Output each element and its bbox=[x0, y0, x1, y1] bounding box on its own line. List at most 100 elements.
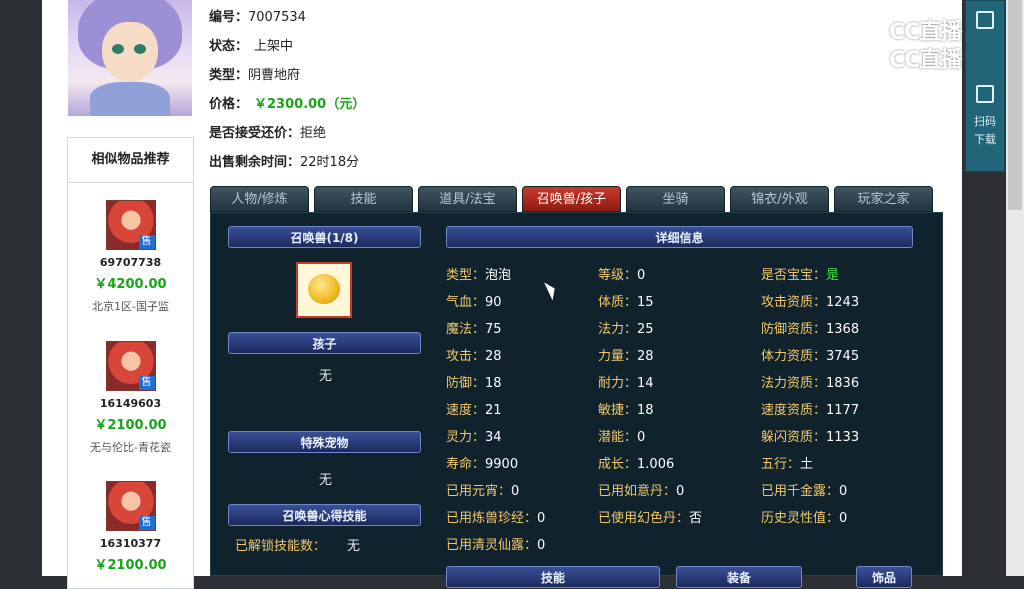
id-value: 7007534 bbox=[248, 10, 306, 25]
stat-value: 18 bbox=[637, 403, 654, 418]
pet-header: 召唤兽(1/8) bbox=[228, 226, 421, 248]
stat-label: 体力资质： bbox=[761, 349, 827, 364]
sale-tag: 售 bbox=[138, 235, 155, 249]
pet-icon[interactable] bbox=[296, 262, 352, 318]
stat-value: 9900 bbox=[485, 457, 519, 472]
price-row: 价格： ￥2300.00（元） bbox=[209, 95, 609, 124]
tab-character[interactable]: 人物/修炼 bbox=[210, 186, 309, 212]
similar-item-id: 16149603 bbox=[99, 397, 162, 410]
pet-thumbnail[interactable]: 售 bbox=[105, 481, 156, 531]
tab-items[interactable]: 道具/法宝 bbox=[418, 186, 517, 212]
scan-icon bbox=[976, 85, 994, 103]
stat-value: 泡泡 bbox=[485, 268, 512, 283]
stat-value: 75 bbox=[485, 322, 502, 337]
stat-label: 历史灵性值： bbox=[761, 511, 840, 526]
stream-logo-text: CC直播 bbox=[889, 48, 962, 73]
stat-item: 法力：25 bbox=[598, 318, 654, 337]
similar-items-box: 相似物品推荐 售 69707738 ￥4200.00 北京1区-国子监 售 16… bbox=[67, 137, 194, 589]
stat-value: 28 bbox=[637, 349, 654, 364]
stat-item: 成长：1.006 bbox=[598, 453, 674, 472]
stat-label: 成长： bbox=[598, 457, 638, 472]
stat-label: 寿命： bbox=[446, 457, 486, 472]
download-label: 下载 bbox=[974, 133, 996, 146]
stat-label: 体质： bbox=[598, 295, 638, 310]
stat-label: 五行： bbox=[761, 457, 801, 472]
stat-label: 已用清灵仙露： bbox=[446, 538, 538, 553]
stat-item: 速度资质：1177 bbox=[761, 399, 859, 418]
stat-item: 寿命：9900 bbox=[446, 453, 518, 472]
stat-value: 18 bbox=[485, 376, 502, 391]
pet-detail-panel: 召唤兽(1/8) 孩子 无 特殊宠物 无 召唤兽心得技能 已解锁技能数： 无 详… bbox=[210, 212, 943, 588]
detail-header: 详细信息 bbox=[446, 226, 913, 248]
id-label: 编号： bbox=[209, 10, 249, 25]
sale-tag: 售 bbox=[138, 376, 155, 390]
type-label: 类型： bbox=[209, 68, 249, 83]
stat-value: 25 bbox=[637, 322, 654, 337]
similar-item[interactable]: 售 16149603 ￥2100.00 无与伦比-青花瓷 bbox=[68, 341, 193, 455]
stat-label: 已用千金露： bbox=[761, 484, 840, 499]
edit-icon[interactable] bbox=[966, 11, 1004, 29]
heart-skill-value: 无 bbox=[347, 539, 361, 554]
stat-item: 已用如意丹：0 bbox=[598, 480, 684, 499]
stat-value: 0 bbox=[637, 268, 646, 283]
stat-label: 速度： bbox=[446, 403, 486, 418]
stat-label: 灵力： bbox=[446, 430, 486, 445]
stream-logo-shadow: CC直播 bbox=[860, 42, 962, 74]
tab-pets[interactable]: 召唤兽/孩子 bbox=[522, 186, 621, 212]
sale-tag: 售 bbox=[138, 516, 155, 530]
stat-label: 魔法： bbox=[446, 322, 486, 337]
stat-item: 速度：21 bbox=[446, 399, 502, 418]
tab-mounts[interactable]: 坐骑 bbox=[626, 186, 725, 212]
scrollbar[interactable] bbox=[1006, 0, 1024, 576]
similar-item-price: ￥2100.00 bbox=[94, 418, 167, 433]
type-value: 阴曹地府 bbox=[248, 68, 301, 83]
stat-label: 防御： bbox=[446, 376, 486, 391]
stat-item: 气血：90 bbox=[446, 291, 502, 310]
stat-item: 防御：18 bbox=[446, 372, 502, 391]
stat-label: 法力： bbox=[598, 322, 638, 337]
stat-label: 力量： bbox=[598, 349, 638, 364]
stat-value: 0 bbox=[537, 511, 546, 526]
scrollbar-thumb[interactable] bbox=[1008, 0, 1022, 210]
pet-thumbnail[interactable]: 售 bbox=[105, 341, 156, 391]
tab-home[interactable]: 玩家之家 bbox=[834, 186, 933, 212]
stat-label: 已用元宵： bbox=[446, 484, 512, 499]
stat-value: 0 bbox=[637, 430, 646, 445]
price-label: 价格： bbox=[209, 97, 249, 112]
equipment-header: 装备 bbox=[676, 566, 802, 588]
stat-value: 34 bbox=[485, 430, 502, 445]
stat-item: 魔法：75 bbox=[446, 318, 502, 337]
stat-label: 等级： bbox=[598, 268, 638, 283]
similar-item[interactable]: 售 16310377 ￥2100.00 bbox=[68, 481, 193, 573]
stat-value: 1133 bbox=[826, 430, 860, 445]
stat-label: 耐力： bbox=[598, 376, 638, 391]
stat-label: 已使用幻色丹： bbox=[598, 511, 690, 526]
similar-item[interactable]: 售 69707738 ￥4200.00 北京1区-国子监 bbox=[68, 200, 193, 314]
stat-label: 敏捷： bbox=[598, 403, 638, 418]
stat-item: 耐力：14 bbox=[598, 372, 654, 391]
stat-item: 是否宝宝：是 bbox=[761, 264, 839, 283]
id-row: 编号：7007534 bbox=[209, 8, 609, 37]
time-value: 22时18分 bbox=[300, 155, 360, 170]
price-value: ￥2300.00（元） bbox=[254, 97, 366, 112]
pet-thumbnail[interactable]: 售 bbox=[105, 200, 156, 250]
scan-download[interactable]: 扫码 下载 bbox=[966, 85, 1004, 147]
stat-item: 历史灵性值：0 bbox=[761, 507, 847, 526]
stat-value: 15 bbox=[637, 295, 654, 310]
stat-label: 已用如意丹： bbox=[598, 484, 677, 499]
stat-item: 已用千金露：0 bbox=[761, 480, 847, 499]
tab-outfits[interactable]: 锦衣/外观 bbox=[730, 186, 829, 212]
status-value: 上架中 bbox=[254, 39, 294, 54]
tab-skills[interactable]: 技能 bbox=[314, 186, 413, 212]
similar-item-price: ￥4200.00 bbox=[94, 277, 167, 292]
stat-value: 28 bbox=[485, 349, 502, 364]
stat-value: 土 bbox=[800, 457, 814, 472]
stat-item: 灵力：34 bbox=[446, 426, 502, 445]
item-info: 编号：7007534 状态： 上架中 类型：阴曹地府 价格： ￥2300.00（元）… bbox=[209, 8, 609, 182]
status-row: 状态： 上架中 bbox=[209, 37, 609, 66]
stat-item: 躲闪资质：1133 bbox=[761, 426, 859, 445]
stat-label: 攻击： bbox=[446, 349, 486, 364]
stat-label: 气血： bbox=[446, 295, 486, 310]
stat-value: 0 bbox=[511, 484, 520, 499]
bargain-row: 是否接受还价：拒绝 bbox=[209, 124, 609, 153]
